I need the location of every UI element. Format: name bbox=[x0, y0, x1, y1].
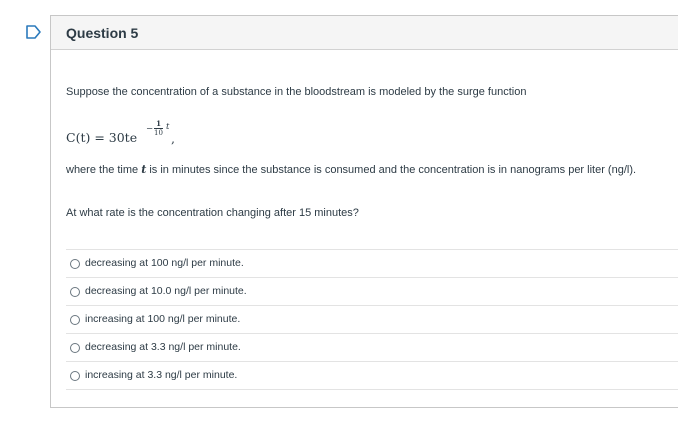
answer-option[interactable]: decreasing at 3.3 ng/l per minute. bbox=[66, 334, 678, 362]
flag-icon bbox=[26, 25, 41, 39]
question-title: Question 5 bbox=[66, 25, 139, 41]
question-prompt: Suppose the concentration of a substance… bbox=[66, 86, 527, 98]
answer-label[interactable]: increasing at 100 ng/l per minute. bbox=[85, 313, 240, 325]
formula-base: C(t) = 30te bbox=[66, 130, 138, 145]
answer-label[interactable]: decreasing at 10.0 ng/l per minute. bbox=[85, 285, 247, 297]
question-ask: At what rate is the concentration changi… bbox=[66, 207, 359, 219]
radio-button[interactable] bbox=[70, 259, 80, 269]
radio-button[interactable] bbox=[70, 371, 80, 381]
formula-comma: , bbox=[171, 131, 175, 146]
context-pre: where the time bbox=[66, 164, 142, 176]
answer-label[interactable]: decreasing at 3.3 ng/l per minute. bbox=[85, 341, 241, 353]
question-context: where the time t is in minutes since the… bbox=[66, 161, 641, 179]
radio-button[interactable] bbox=[70, 287, 80, 297]
answer-option[interactable]: decreasing at 100 ng/l per minute. bbox=[66, 250, 678, 278]
answer-label[interactable]: decreasing at 100 ng/l per minute. bbox=[85, 257, 244, 269]
context-post: is in minutes since the substance is con… bbox=[146, 164, 637, 176]
exponent-variable: t bbox=[166, 122, 170, 132]
answer-label[interactable]: increasing at 3.3 ng/l per minute. bbox=[85, 369, 237, 381]
question-header: Question 5 bbox=[51, 16, 678, 50]
radio-button[interactable] bbox=[70, 315, 80, 325]
radio-button[interactable] bbox=[70, 343, 80, 353]
exponent-sign: − bbox=[146, 124, 154, 134]
flag-question-button[interactable] bbox=[24, 24, 43, 40]
fraction-numerator: 1 bbox=[156, 119, 161, 128]
answer-option[interactable]: increasing at 100 ng/l per minute. bbox=[66, 306, 678, 334]
answer-option[interactable]: increasing at 3.3 ng/l per minute. bbox=[66, 362, 678, 390]
exponent-fraction: 1 10 bbox=[154, 120, 163, 137]
answer-list: decreasing at 100 ng/l per minute. decre… bbox=[66, 249, 678, 390]
answer-option[interactable]: decreasing at 10.0 ng/l per minute. bbox=[66, 278, 678, 306]
question-card: Question 5 Suppose the concentration of … bbox=[50, 15, 678, 408]
fraction-denominator: 10 bbox=[154, 129, 163, 137]
